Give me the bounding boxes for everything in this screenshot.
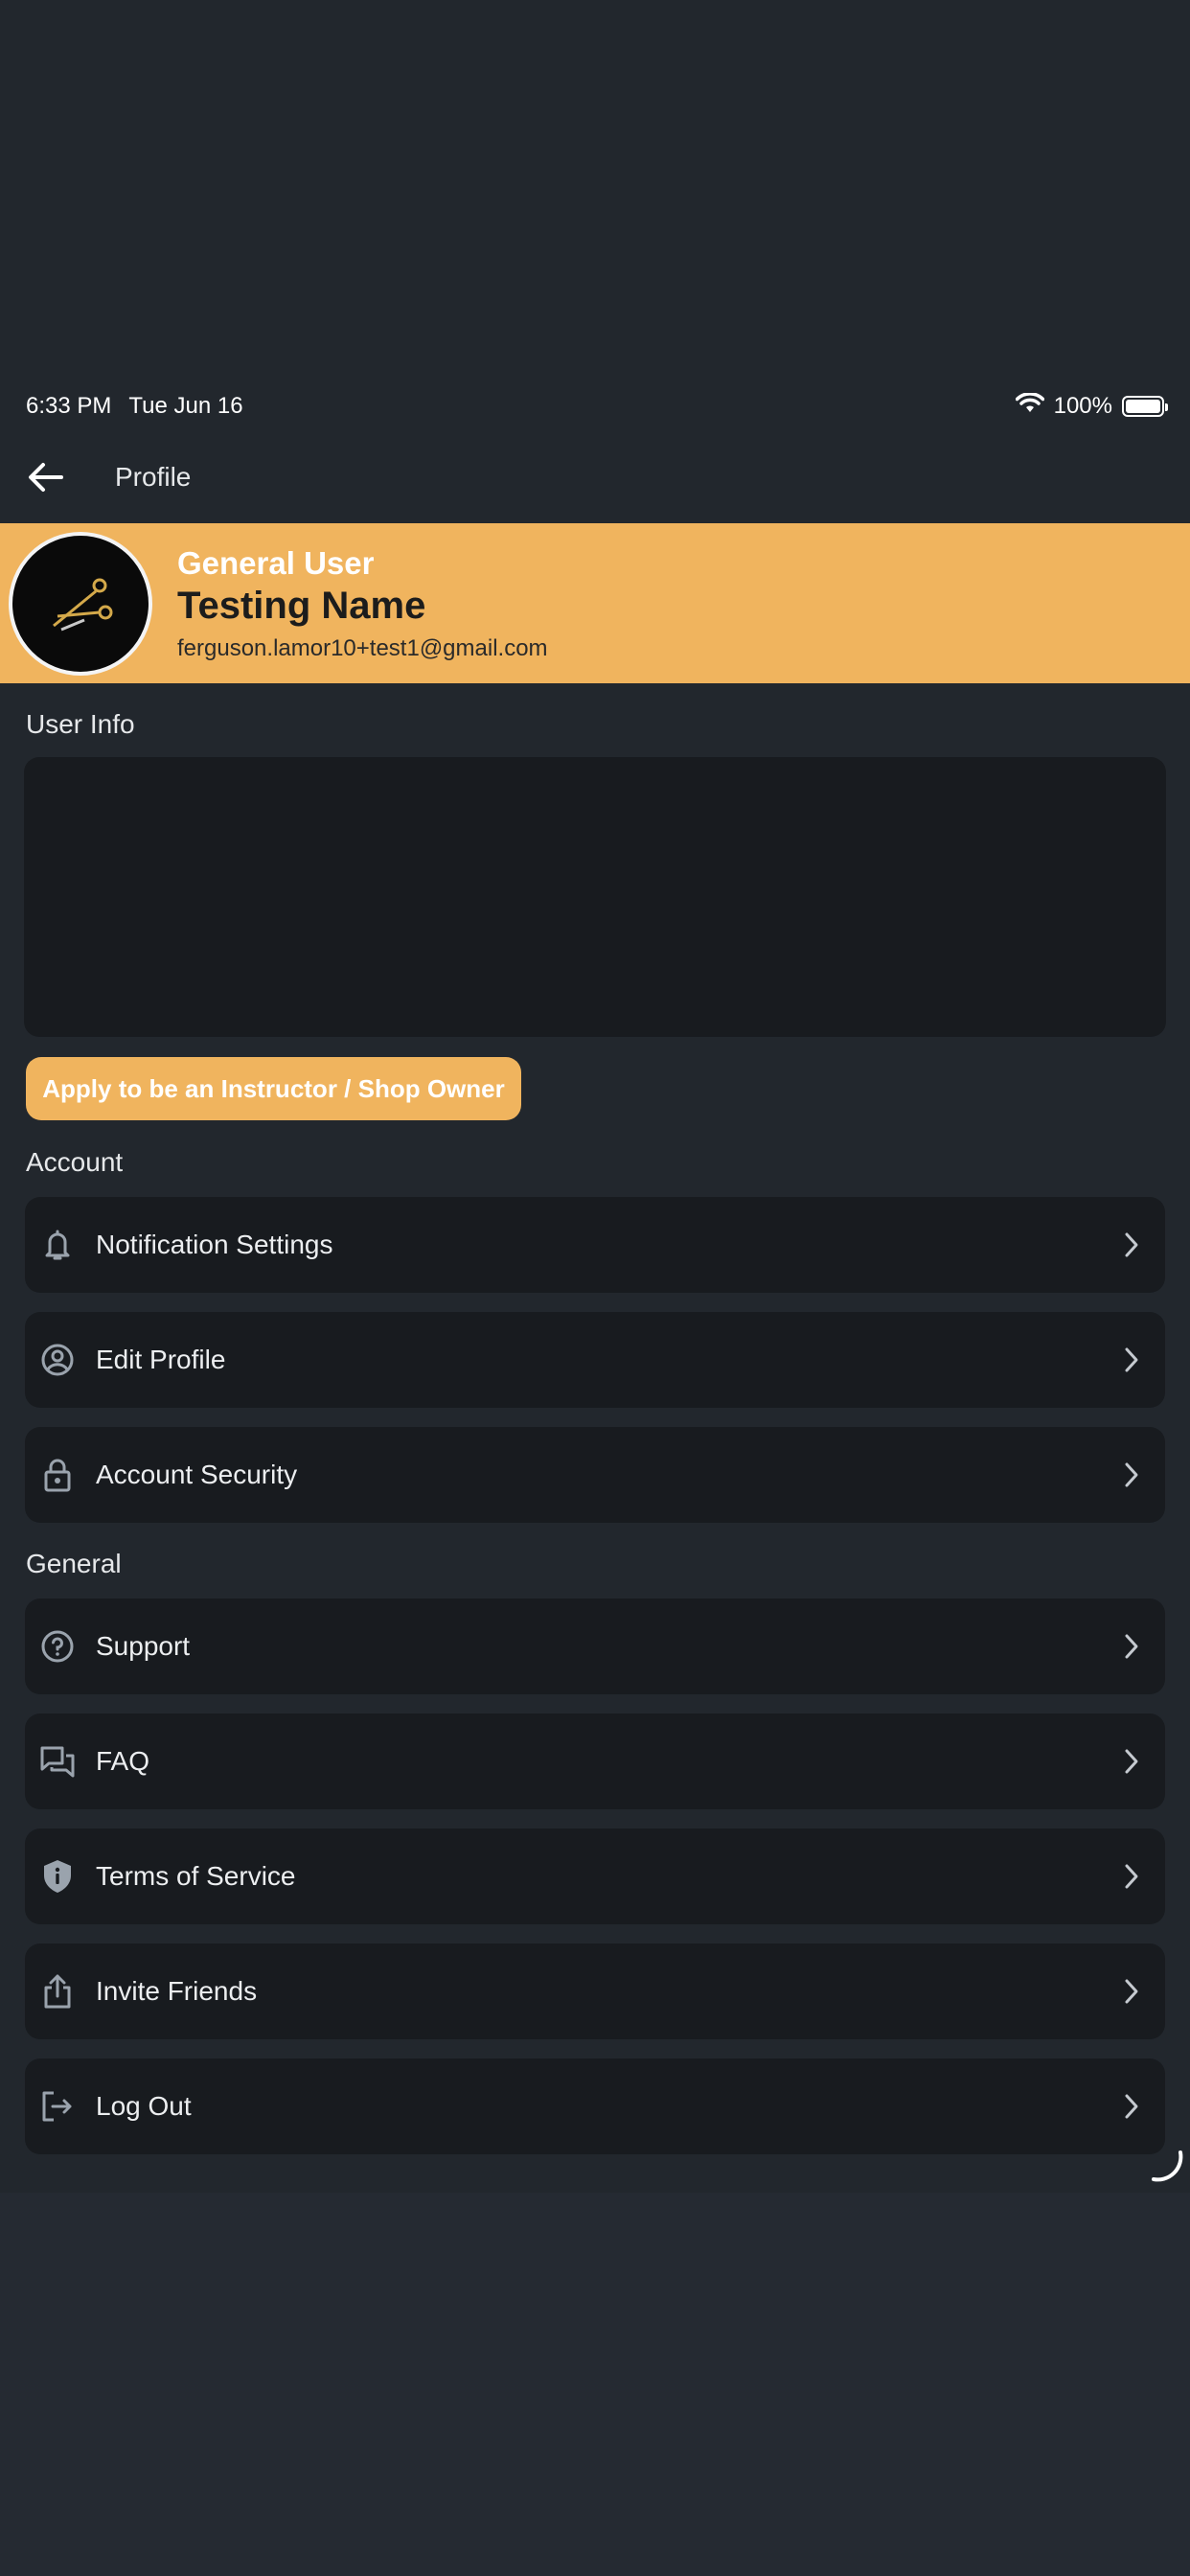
user-role: General User <box>177 545 375 581</box>
chevron-right-icon <box>1117 1346 1146 1374</box>
loading-spinner-icon <box>1148 2147 1186 2185</box>
chevron-right-icon <box>1117 2092 1146 2121</box>
faq-label: FAQ <box>96 1746 150 1776</box>
user-info-label: User Info <box>26 709 135 739</box>
user-email: ferguson.lamor10+test1@gmail.com <box>177 635 548 661</box>
profile-header: General User Testing Name ferguson.lamor… <box>0 523 1190 683</box>
scissors-icon <box>53 578 113 632</box>
log-out-item[interactable]: Log Out <box>25 2058 1165 2154</box>
support-label: Support <box>96 1631 191 1661</box>
general-section-label: General <box>26 1549 122 1578</box>
page-title: Profile <box>115 462 192 492</box>
chevron-right-icon <box>1117 1747 1146 1776</box>
back-button[interactable] <box>17 448 75 506</box>
chevron-right-icon <box>1117 1977 1146 2006</box>
lock-icon <box>38 1456 77 1494</box>
avatar[interactable] <box>9 532 152 676</box>
terms-of-service-item[interactable]: Terms of Service <box>25 1828 1165 1924</box>
help-circle-icon <box>38 1627 77 1666</box>
profile-screen: 6:33 PM Tue Jun 16 100% Profile General … <box>0 0 1190 2193</box>
wifi-icon <box>1015 391 1044 421</box>
faq-item[interactable]: FAQ <box>25 1714 1165 1809</box>
terms-of-service-label: Terms of Service <box>96 1861 296 1891</box>
status-bar: 6:33 PM Tue Jun 16 100% <box>26 389 1168 424</box>
chevron-right-icon <box>1117 1460 1146 1489</box>
notification-settings-item[interactable]: Notification Settings <box>25 1197 1165 1293</box>
invite-friends-label: Invite Friends <box>96 1976 258 2006</box>
battery-icon <box>1122 396 1168 417</box>
status-time: 6:33 PM <box>26 393 112 419</box>
apply-instructor-button[interactable]: Apply to be an Instructor / Shop Owner <box>26 1057 521 1120</box>
user-circle-icon <box>38 1341 77 1379</box>
user-info-box <box>24 757 1166 1037</box>
nav-bar: Profile <box>0 448 1190 506</box>
support-item[interactable]: Support <box>25 1598 1165 1694</box>
account-section-label: Account <box>26 1147 124 1177</box>
battery-fill <box>1126 400 1160 413</box>
arrow-left-icon <box>29 463 63 492</box>
share-icon <box>38 1972 77 2011</box>
logout-icon <box>38 2087 77 2126</box>
account-security-label: Account Security <box>96 1460 298 1489</box>
invite-friends-item[interactable]: Invite Friends <box>25 1944 1165 2039</box>
notification-settings-label: Notification Settings <box>96 1230 333 1259</box>
account-security-item[interactable]: Account Security <box>25 1427 1165 1523</box>
battery-percent: 100% <box>1053 393 1112 419</box>
log-out-label: Log Out <box>96 2091 192 2121</box>
user-name: Testing Name <box>177 585 426 627</box>
chevron-right-icon <box>1117 1632 1146 1661</box>
bell-icon <box>38 1226 77 1264</box>
edit-profile-label: Edit Profile <box>96 1345 226 1374</box>
edit-profile-item[interactable]: Edit Profile <box>25 1312 1165 1408</box>
chat-bubbles-icon <box>38 1742 77 1781</box>
chevron-right-icon <box>1117 1862 1146 1891</box>
chevron-right-icon <box>1117 1230 1146 1259</box>
status-date: Tue Jun 16 <box>128 393 243 419</box>
shield-info-icon <box>38 1857 77 1896</box>
